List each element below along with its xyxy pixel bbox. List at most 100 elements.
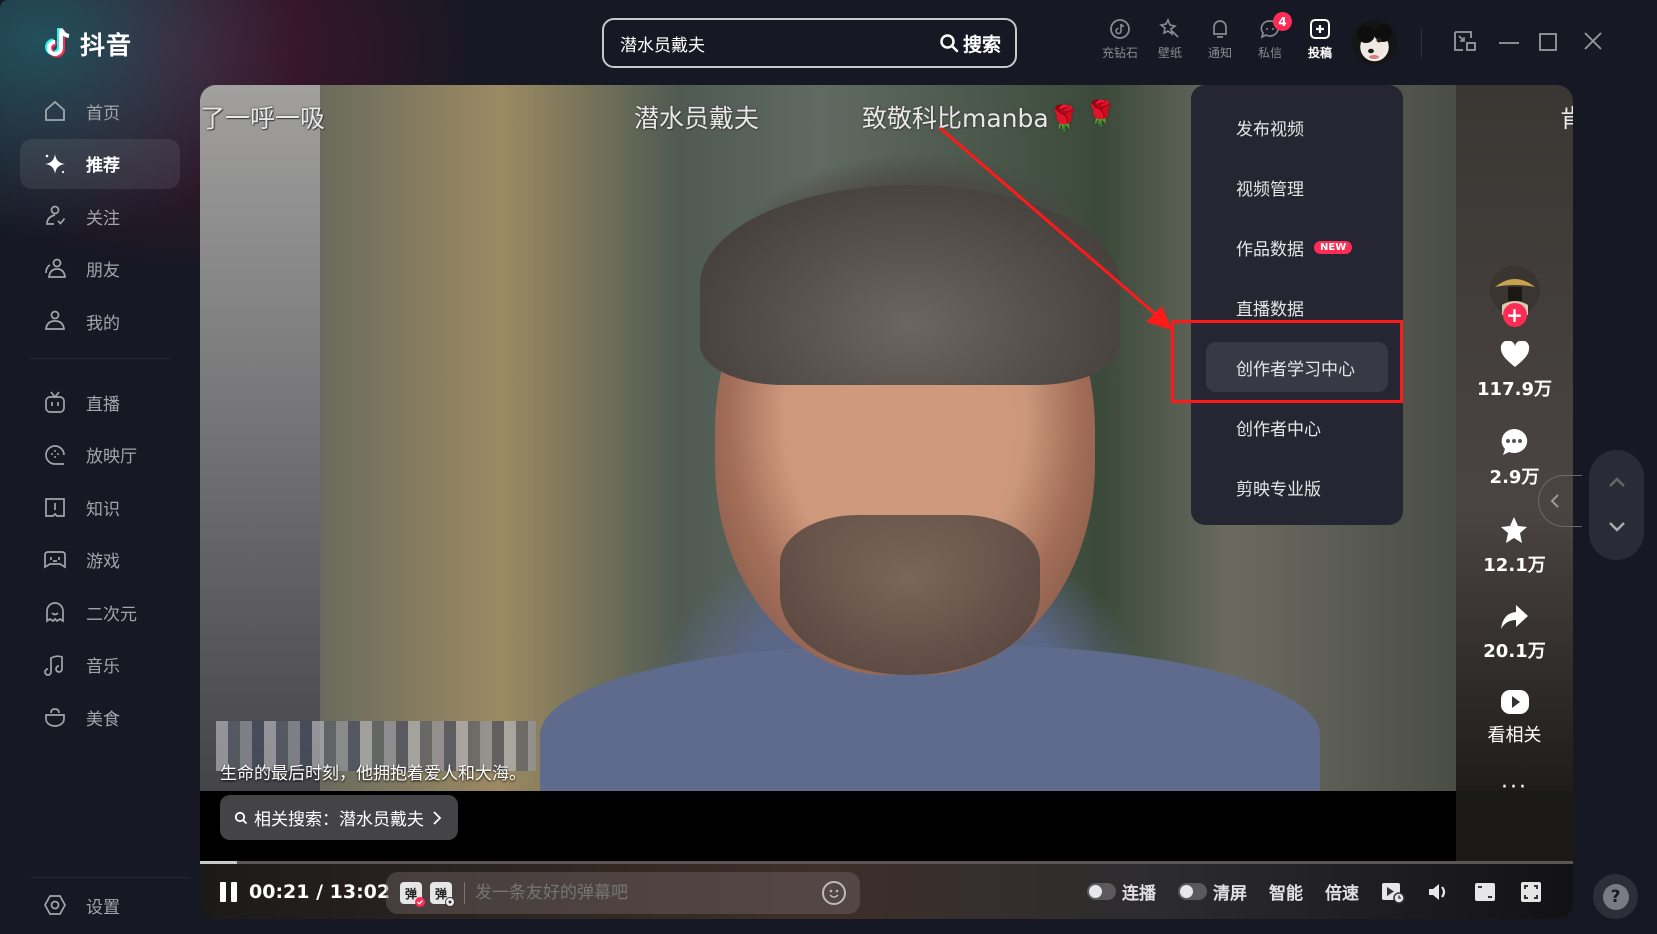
maximize-button[interactable] xyxy=(1536,28,1562,54)
emoji-button[interactable] xyxy=(822,881,846,905)
help-button[interactable]: ? xyxy=(1593,874,1638,919)
like-button[interactable]: 117.9万 xyxy=(1477,341,1552,401)
top-actions: 充钻石 壁纸 通知 4 私信 投稿 xyxy=(1095,12,1345,61)
wallpaper-star-icon xyxy=(1159,18,1179,38)
play-box-icon xyxy=(1500,690,1529,714)
rail-bottom xyxy=(1456,791,1573,861)
follow-button[interactable]: + xyxy=(1502,303,1527,327)
speed-button[interactable]: 倍速 xyxy=(1325,879,1359,904)
sidebar-item-food[interactable]: 美食 xyxy=(20,692,180,742)
app-name: 抖音 xyxy=(80,31,133,60)
autoplay-label: 连播 xyxy=(1122,884,1156,904)
watch-later-icon[interactable] xyxy=(1381,880,1405,904)
sidebar-item-music[interactable]: 音乐 xyxy=(20,640,180,690)
minimize-button[interactable] xyxy=(1496,28,1522,54)
heart-icon xyxy=(1500,341,1529,367)
search-button[interactable]: 搜索 xyxy=(939,30,1001,57)
menu-item-creator-center[interactable]: 创作者中心 xyxy=(1191,397,1403,457)
previous-video-button[interactable] xyxy=(1608,473,1626,492)
douyin-logo[interactable]: 抖音 xyxy=(44,26,132,62)
settings-label: 设置 xyxy=(86,897,120,918)
chevron-down-icon xyxy=(1608,522,1625,532)
comment-count: 2.9万 xyxy=(1489,467,1540,488)
author-avatar[interactable]: + xyxy=(1489,265,1540,327)
pause-button[interactable] xyxy=(220,881,237,902)
share-icon xyxy=(1501,605,1529,629)
home-icon xyxy=(45,100,65,121)
search-input[interactable] xyxy=(620,33,939,53)
autoplay-toggle[interactable]: 连播 xyxy=(1087,879,1156,904)
menu-item-capcut-pro[interactable]: 剪映专业版 xyxy=(1191,457,1403,517)
sidebar-item-label: 朋友 xyxy=(86,261,120,281)
favorite-count: 12.1万 xyxy=(1483,555,1546,576)
recharge-button[interactable]: 充钻石 xyxy=(1095,18,1145,61)
menu-item-publish-video[interactable]: 发布视频 xyxy=(1191,97,1403,157)
messages-button[interactable]: 4 私信 xyxy=(1245,12,1295,61)
sidebar-item-recommend[interactable]: 推荐 xyxy=(20,138,180,189)
close-icon xyxy=(1584,32,1602,50)
recharge-label: 充钻石 xyxy=(1101,46,1138,60)
video-scroll-nav xyxy=(1589,450,1644,560)
web-fullscreen-icon[interactable] xyxy=(1473,880,1497,904)
check-icon xyxy=(415,897,425,907)
danmaku-toggle-button[interactable]: 弹 xyxy=(400,882,425,907)
share-button[interactable]: 20.1万 xyxy=(1483,603,1546,663)
sidebar-item-home[interactable]: 首页 xyxy=(20,86,180,136)
quality-button[interactable]: 智能 xyxy=(1269,879,1303,904)
sparkle-icon xyxy=(45,153,65,174)
wallpaper-button[interactable]: 壁纸 xyxy=(1145,18,1195,61)
sidebar: 首页 推荐 关注 朋友 我的 直播 放映厅 知识 游戏 二次元 音乐 美食 xyxy=(20,86,180,745)
settings-divider xyxy=(30,877,190,878)
creator-menu: 发布视频 视频管理 作品数据 NEW 直播数据 创作者学习中心 创作者中心 剪映专… xyxy=(1191,85,1403,525)
user-avatar[interactable] xyxy=(1352,20,1397,65)
tv-icon xyxy=(45,391,65,413)
header-divider xyxy=(1421,28,1422,58)
sidebar-item-friends[interactable]: 朋友 xyxy=(20,244,180,294)
fullscreen-icon[interactable] xyxy=(1519,880,1543,904)
menu-item-creator-learning-center[interactable]: 创作者学习中心 xyxy=(1206,342,1388,392)
follow-icon xyxy=(46,205,66,225)
sidebar-item-label: 我的 xyxy=(86,313,120,334)
menu-item-work-data[interactable]: 作品数据 NEW xyxy=(1191,217,1403,277)
sidebar-item-knowledge[interactable]: 知识 xyxy=(20,482,180,532)
chevron-up-icon xyxy=(1608,477,1625,487)
notification-button[interactable]: 通知 xyxy=(1195,18,1245,61)
sidebar-item-follow[interactable]: 关注 xyxy=(20,191,180,241)
sidebar-item-label: 游戏 xyxy=(86,552,120,572)
collapse-comments-button[interactable] xyxy=(1538,475,1582,527)
menu-item-label: 创作者中心 xyxy=(1236,419,1321,440)
close-button[interactable] xyxy=(1580,28,1606,54)
related-videos-button[interactable]: 看相关 xyxy=(1488,689,1542,747)
menu-item-label: 视频管理 xyxy=(1236,179,1304,200)
volume-icon[interactable] xyxy=(1427,880,1451,904)
more-options-button[interactable]: ··· xyxy=(1501,775,1528,800)
favorite-button[interactable]: 12.1万 xyxy=(1483,515,1546,577)
danmaku-input[interactable] xyxy=(475,883,822,903)
video-left-shade xyxy=(200,85,320,791)
friends-icon xyxy=(45,258,66,278)
search-button-label: 搜索 xyxy=(962,33,1001,56)
sidebar-item-mine[interactable]: 我的 xyxy=(20,296,180,346)
sidebar-item-settings[interactable]: 设置 xyxy=(20,880,180,930)
sidebar-item-games[interactable]: 游戏 xyxy=(20,535,180,585)
menu-item-label: 发布视频 xyxy=(1236,119,1304,140)
video-content-beard xyxy=(780,515,1040,675)
sidebar-item-anime[interactable]: 二次元 xyxy=(20,587,180,637)
next-video-button[interactable] xyxy=(1608,518,1626,537)
autoplay-switch xyxy=(1087,883,1116,900)
related-search-chip[interactable]: 相关搜索：潜水员戴夫 xyxy=(220,795,458,840)
douyin-coin-icon xyxy=(1110,19,1130,39)
menu-item-label: 直播数据 xyxy=(1236,299,1304,320)
video-caption: 生命的最后时刻，他拥抱着爱人和大海。 xyxy=(220,764,526,784)
pip-button[interactable] xyxy=(1452,28,1478,54)
danmaku-settings-button[interactable]: 弹 xyxy=(430,882,455,907)
maximize-icon xyxy=(1539,33,1557,51)
sidebar-item-live[interactable]: 直播 xyxy=(20,377,180,427)
menu-item-video-management[interactable]: 视频管理 xyxy=(1191,157,1403,217)
menu-item-live-data[interactable]: 直播数据 xyxy=(1191,277,1403,337)
upload-button[interactable]: 投稿 xyxy=(1295,18,1345,61)
clear-screen-toggle[interactable]: 清屏 xyxy=(1178,879,1247,904)
comment-button[interactable]: 2.9万 xyxy=(1489,427,1540,489)
sidebar-item-cinema[interactable]: 放映厅 xyxy=(20,430,180,480)
sidebar-divider xyxy=(30,358,170,359)
